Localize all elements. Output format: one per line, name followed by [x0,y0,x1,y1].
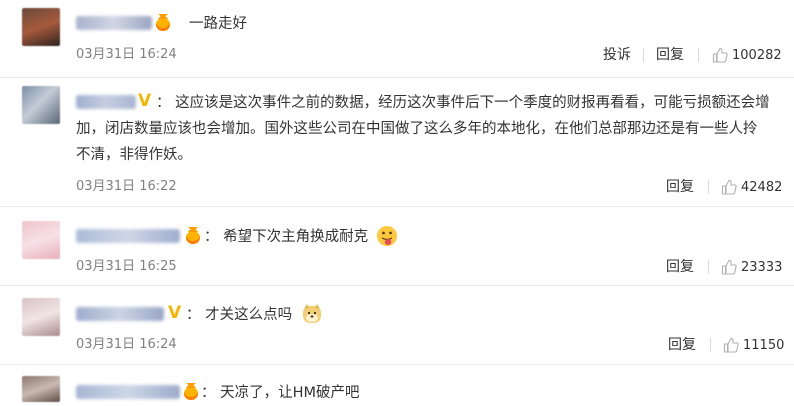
avatar[interactable] [22,221,60,259]
reply-button[interactable]: 回复 [656,47,684,63]
reply-button[interactable]: 回复 [668,337,696,353]
comment-time: 03月31日 16:22 [76,179,177,194]
username-blurred[interactable] [76,307,164,321]
comment-text: 一路走好 [189,16,247,32]
tongue-emoji-icon [377,226,397,246]
divider [698,48,699,62]
divider [710,338,711,352]
username-blurred[interactable] [76,16,152,30]
comment-time: 03月31日 16:24 [76,337,177,352]
comment-5: ： 天凉了，让HM破产吧 [0,365,794,402]
thumbs-up-icon[interactable] [721,179,737,195]
avatar[interactable] [22,298,60,336]
thumbs-up-icon[interactable] [712,47,728,63]
crown-badge-icon [184,383,198,400]
like-count: 100282 [732,48,782,63]
crown-badge-icon [186,227,200,244]
comment-text-line: 不清，非得作妖。 [76,147,192,163]
username-blurred[interactable] [76,95,136,109]
comment-text: ： 才关这么点吗 [186,307,293,323]
like-count: 42482 [741,180,783,195]
username-blurred[interactable] [76,229,180,243]
vip-badge-icon: V [168,303,182,323]
avatar[interactable] [22,8,60,46]
like-count: 23333 [741,260,783,275]
comment-text-line: ： 这应该是这次事件之前的数据，经历这次事件后下一个季度的财报再看看，可能亏损额… [156,95,770,111]
comment-time: 03月31日 16:24 [76,47,177,62]
like-count: 11150 [743,338,785,353]
thumbs-up-icon[interactable] [721,259,737,275]
reply-button[interactable]: 回复 [666,259,694,275]
vip-badge-icon: V [138,91,152,111]
thumbs-up-icon[interactable] [723,337,739,353]
comment-2: V ： 这应该是这次事件之前的数据，经历这次事件后下一个季度的财报再看看，可能亏… [0,78,794,206]
username-blurred[interactable] [76,385,180,399]
doge-emoji-icon [303,304,321,323]
comment-text-line: 加，闭店数量应该也会增加。国外这些公司在中国做了这么多年的本地化，在他们总部那边… [76,121,758,137]
report-button[interactable]: 投诉 [603,47,631,63]
comment-time: 03月31日 16:25 [76,259,177,274]
reply-button[interactable]: 回复 [666,179,694,195]
comment-text: ： 天凉了，让HM破产吧 [201,385,360,401]
divider [643,48,644,62]
comment-1: 一路走好 03月31日 16:24 投诉 回复 100282 [0,0,794,76]
avatar[interactable] [22,86,60,124]
comment-3: ： 希望下次主角换成耐克 03月31日 16:25 回复 23333 [0,207,794,285]
avatar[interactable] [22,376,60,402]
crown-badge-icon [156,14,170,31]
divider [708,260,709,274]
divider [708,180,709,194]
comment-text: ： 希望下次主角换成耐克 [204,229,369,245]
comment-4: V ： 才关这么点吗 03月31日 16:24 回复 11150 [0,286,794,364]
